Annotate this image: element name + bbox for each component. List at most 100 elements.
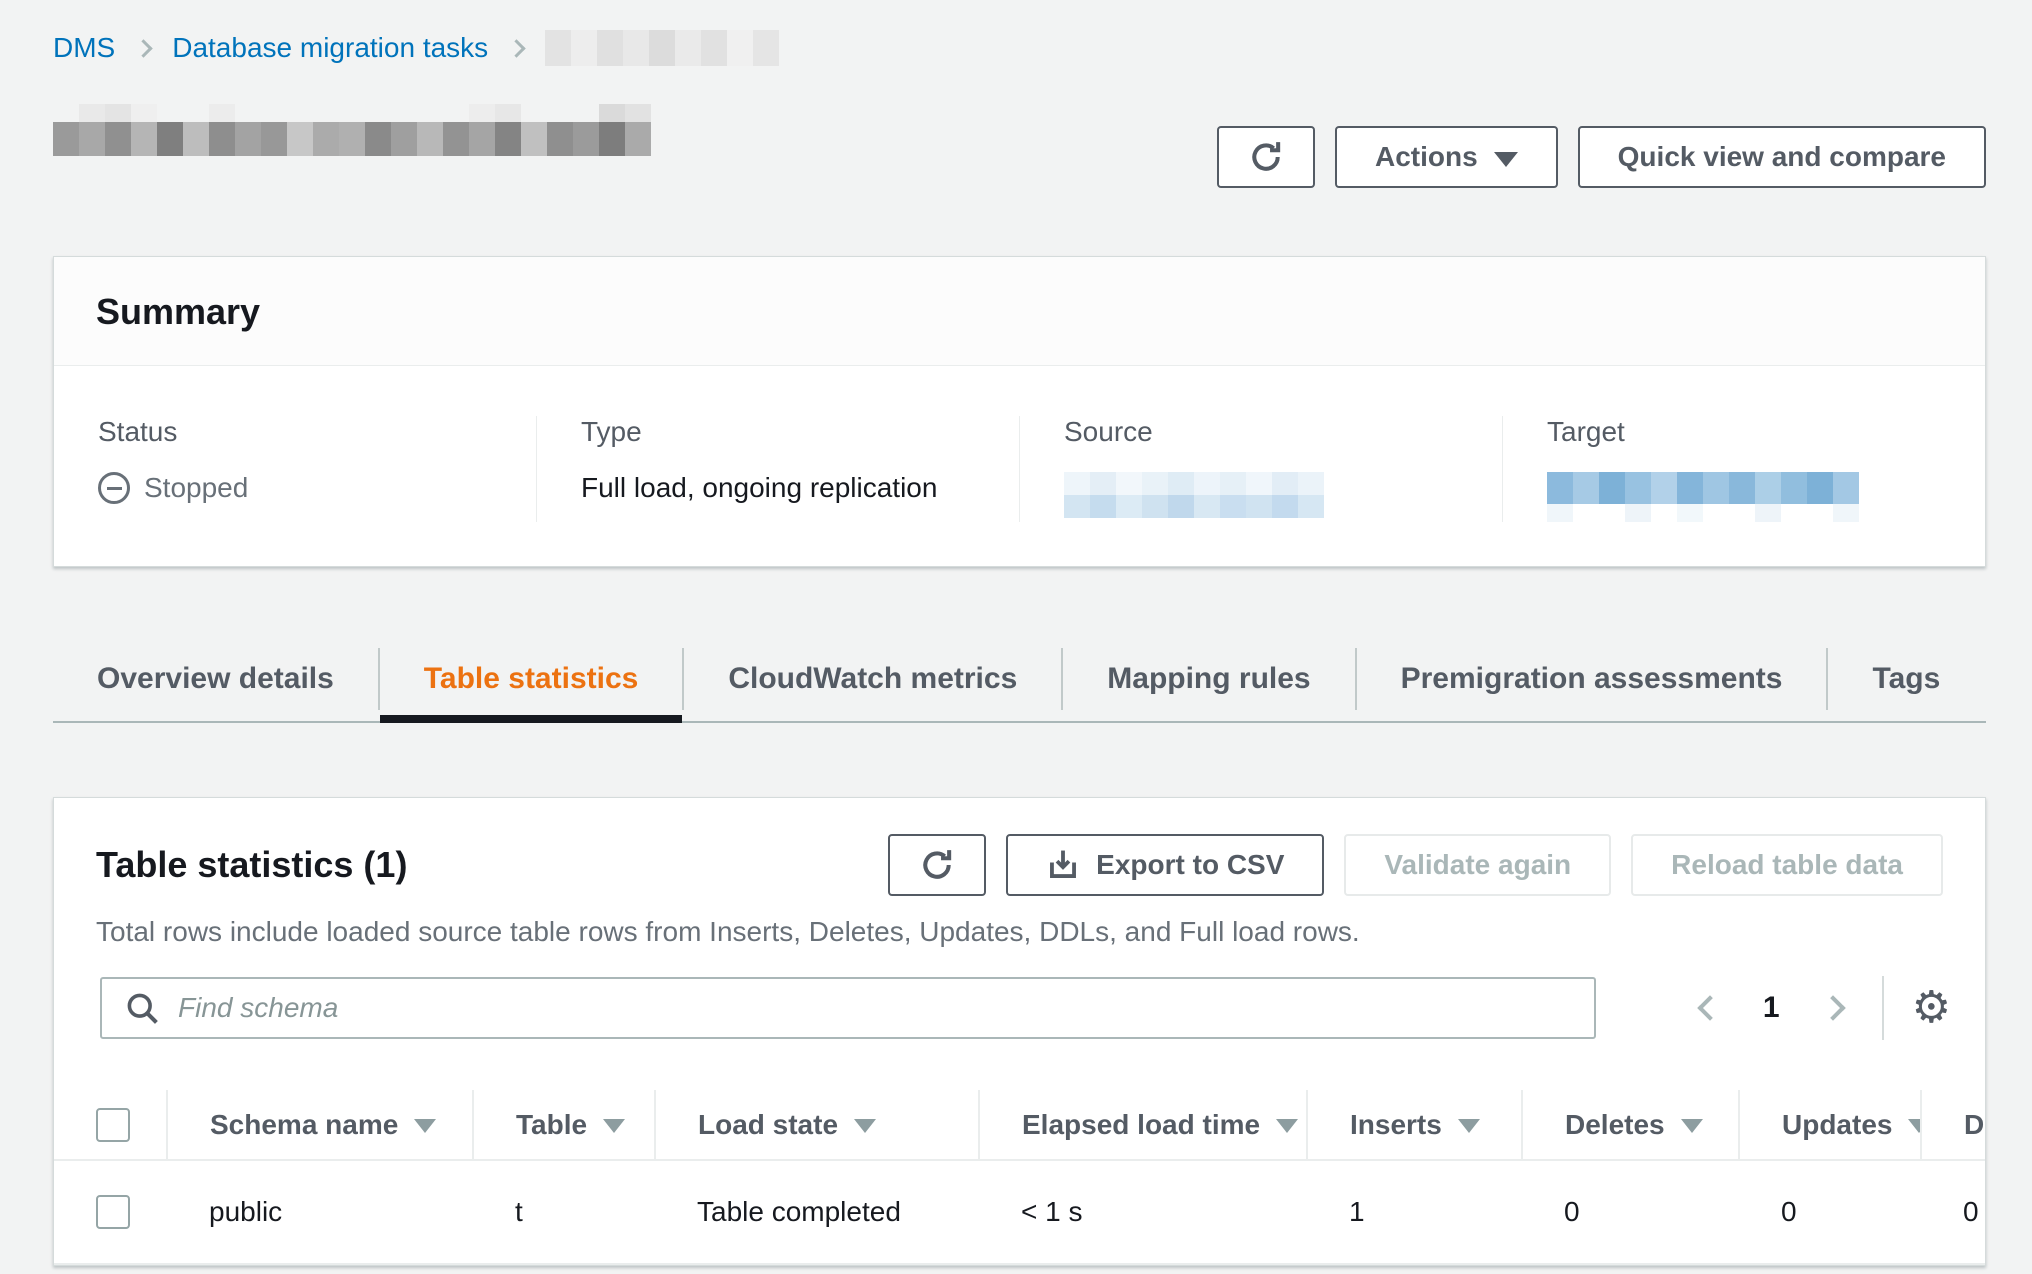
tabs: Overview detailsTable statisticsCloudWat…	[53, 637, 1986, 723]
actions-button[interactable]: Actions	[1335, 126, 1558, 188]
page-title-redacted	[53, 104, 651, 156]
column-header-inserts[interactable]: Inserts	[1307, 1090, 1522, 1160]
column-header-d[interactable]: D	[1921, 1090, 1986, 1160]
type-label: Type	[581, 416, 975, 448]
table-statistics-table: Schema name Table Load state Elapsed load t…	[54, 1090, 1986, 1265]
column-header-label: D	[1964, 1109, 1984, 1140]
caret-down-icon	[1494, 152, 1518, 167]
sort-triangle-icon[interactable]	[1908, 1119, 1921, 1133]
summary-panel: Summary Status Stopped Type Full load, o…	[53, 256, 1986, 567]
column-header-label: Load state	[698, 1109, 838, 1140]
summary-body: Status Stopped Type Full load, ongoing r…	[54, 366, 1985, 566]
source-value-redacted	[1064, 472, 1458, 518]
breadcrumb-link-dms[interactable]: DMS	[53, 32, 115, 64]
breadcrumb: DMS Database migration tasks	[53, 28, 1986, 68]
source-redacted-row	[1064, 472, 1458, 495]
summary-field-status: Status Stopped	[54, 416, 536, 522]
summary-header: Summary	[54, 257, 1985, 366]
column-header-deletes[interactable]: Deletes	[1522, 1090, 1739, 1160]
settings-gear-icon[interactable]: ⚙	[1912, 986, 1951, 1030]
select-all-checkbox[interactable]	[96, 1108, 130, 1142]
table-cell: public	[167, 1160, 473, 1264]
table-cell: 0	[1921, 1160, 1986, 1264]
pagination: 1	[1701, 991, 1842, 1025]
summary-field-source: Source	[1019, 416, 1502, 522]
column-header-schema-name[interactable]: Schema name	[167, 1090, 473, 1160]
export-to-csv-label: Export to CSV	[1096, 849, 1284, 881]
column-header-table[interactable]: Table	[473, 1090, 655, 1160]
refresh-icon	[1248, 139, 1284, 175]
download-icon	[1046, 848, 1080, 882]
table-cell: 0	[1739, 1160, 1921, 1264]
sort-triangle-icon[interactable]	[1681, 1119, 1703, 1133]
column-header-label: Table	[516, 1109, 587, 1140]
tab-premigration-assessments[interactable]: Premigration assessments	[1357, 637, 1827, 721]
type-value: Full load, ongoing replication	[581, 472, 975, 504]
sort-triangle-icon[interactable]	[854, 1119, 876, 1133]
sort-triangle-icon[interactable]	[1276, 1119, 1298, 1133]
next-page-icon[interactable]	[1820, 995, 1845, 1020]
table-statistics-title: Table statistics (1)	[96, 844, 407, 886]
tab-mapping-rules[interactable]: Mapping rules	[1063, 637, 1354, 721]
table-cell: 1	[1307, 1160, 1522, 1264]
table-statistics-header: Table statistics (1) Export to CSV	[54, 798, 1985, 896]
page-header: Actions Quick view and compare	[53, 98, 1986, 190]
export-to-csv-button[interactable]: Export to CSV	[1006, 834, 1324, 896]
column-header-label: Deletes	[1565, 1109, 1665, 1140]
search-wrap	[100, 977, 1596, 1039]
search-row: 1 ⚙	[54, 976, 1985, 1040]
sort-triangle-icon[interactable]	[1458, 1119, 1480, 1133]
tab-table-statistics[interactable]: Table statistics	[380, 637, 683, 721]
select-all-header-cell	[54, 1090, 167, 1160]
page-number: 1	[1763, 991, 1780, 1025]
table-cell: < 1 s	[979, 1160, 1307, 1264]
page-actions: Actions Quick view and compare	[1217, 126, 1986, 188]
breadcrumb-redacted-task-name	[545, 30, 779, 66]
table-refresh-button[interactable]	[888, 834, 986, 896]
table-statistics-panel: Table statistics (1) Export to CSV	[53, 797, 1986, 1266]
row-select-cell	[54, 1160, 167, 1264]
sort-triangle-icon[interactable]	[603, 1119, 625, 1133]
summary-field-target: Target	[1502, 416, 1985, 522]
previous-page-icon[interactable]	[1697, 995, 1722, 1020]
source-label: Source	[1064, 416, 1458, 448]
column-header-load-state[interactable]: Load state	[655, 1090, 979, 1160]
target-redacted-row	[1547, 504, 1941, 522]
status-text: Stopped	[144, 472, 248, 504]
status-value: Stopped	[98, 472, 492, 504]
find-schema-input[interactable]	[100, 977, 1596, 1039]
tab-tags[interactable]: Tags	[1828, 637, 1984, 721]
sort-triangle-icon[interactable]	[414, 1119, 436, 1133]
reload-table-data-button[interactable]: Reload table data	[1631, 834, 1943, 896]
page-title-redacted-row	[53, 122, 651, 156]
table-cell: Table completed	[655, 1160, 979, 1264]
chevron-right-icon	[507, 39, 525, 57]
target-value-redacted	[1547, 472, 1941, 522]
breadcrumb-link-tasks[interactable]: Database migration tasks	[172, 32, 488, 64]
summary-field-type: Type Full load, ongoing replication	[536, 416, 1019, 522]
status-label: Status	[98, 416, 492, 448]
stats-table-header-row: Schema name Table Load state Elapsed load t…	[54, 1090, 1986, 1160]
actions-button-label: Actions	[1375, 141, 1478, 173]
validate-again-button[interactable]: Validate again	[1344, 834, 1611, 896]
column-header-updates[interactable]: Updates	[1739, 1090, 1921, 1160]
tab-cloudwatch-metrics[interactable]: CloudWatch metrics	[684, 637, 1061, 721]
column-header-label: Updates	[1782, 1109, 1892, 1140]
table-statistics-description: Total rows include loaded source table r…	[54, 896, 1985, 952]
stopped-status-icon	[98, 472, 130, 504]
tab-overview-details[interactable]: Overview details	[53, 637, 378, 721]
validate-again-label: Validate again	[1384, 849, 1571, 881]
table-cell: 0	[1522, 1160, 1739, 1264]
chevron-right-icon	[135, 39, 153, 57]
quick-view-compare-button[interactable]: Quick view and compare	[1578, 126, 1986, 188]
refresh-button[interactable]	[1217, 126, 1315, 188]
pagination-divider	[1882, 976, 1884, 1040]
search-icon	[124, 990, 160, 1026]
table-row: publictTable completed< 1 s1000	[54, 1160, 1986, 1264]
row-checkbox[interactable]	[96, 1195, 130, 1229]
quick-view-label: Quick view and compare	[1618, 141, 1946, 173]
column-header-label: Elapsed load time	[1022, 1109, 1260, 1140]
column-header-elapsed-load-time[interactable]: Elapsed load time	[979, 1090, 1307, 1160]
column-header-label: Schema name	[210, 1109, 398, 1140]
source-redacted-row	[1064, 495, 1458, 518]
